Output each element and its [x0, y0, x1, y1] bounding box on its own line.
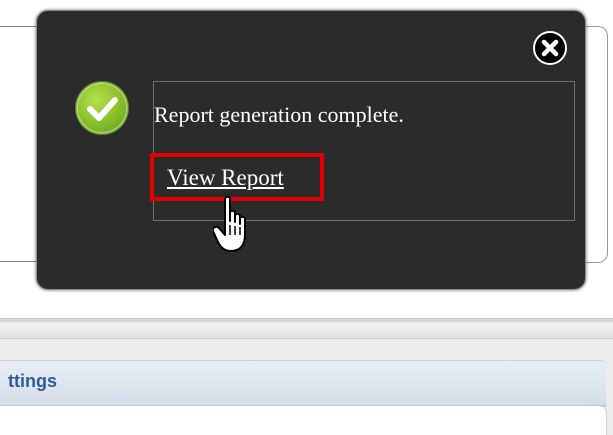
- notification-message: Report generation complete.: [154, 102, 404, 127]
- view-report-link[interactable]: View Report: [167, 165, 284, 191]
- background-frame-edge: [0, 261, 40, 262]
- background-panel: ttings: [0, 318, 613, 435]
- notification-popup: Report generation complete. View Report: [36, 10, 586, 290]
- background-frame-edge: [0, 26, 40, 27]
- panel-divider: [0, 318, 613, 322]
- settings-section-body: [0, 406, 607, 435]
- success-check-icon: [75, 81, 129, 135]
- settings-section-header[interactable]: ttings: [0, 360, 606, 407]
- background-frame-right: [585, 26, 608, 263]
- hand-pointer-icon: [213, 195, 246, 252]
- settings-section-title: ttings: [8, 371, 57, 391]
- panel-toolbar-strip: [0, 324, 613, 339]
- close-icon[interactable]: [533, 31, 567, 65]
